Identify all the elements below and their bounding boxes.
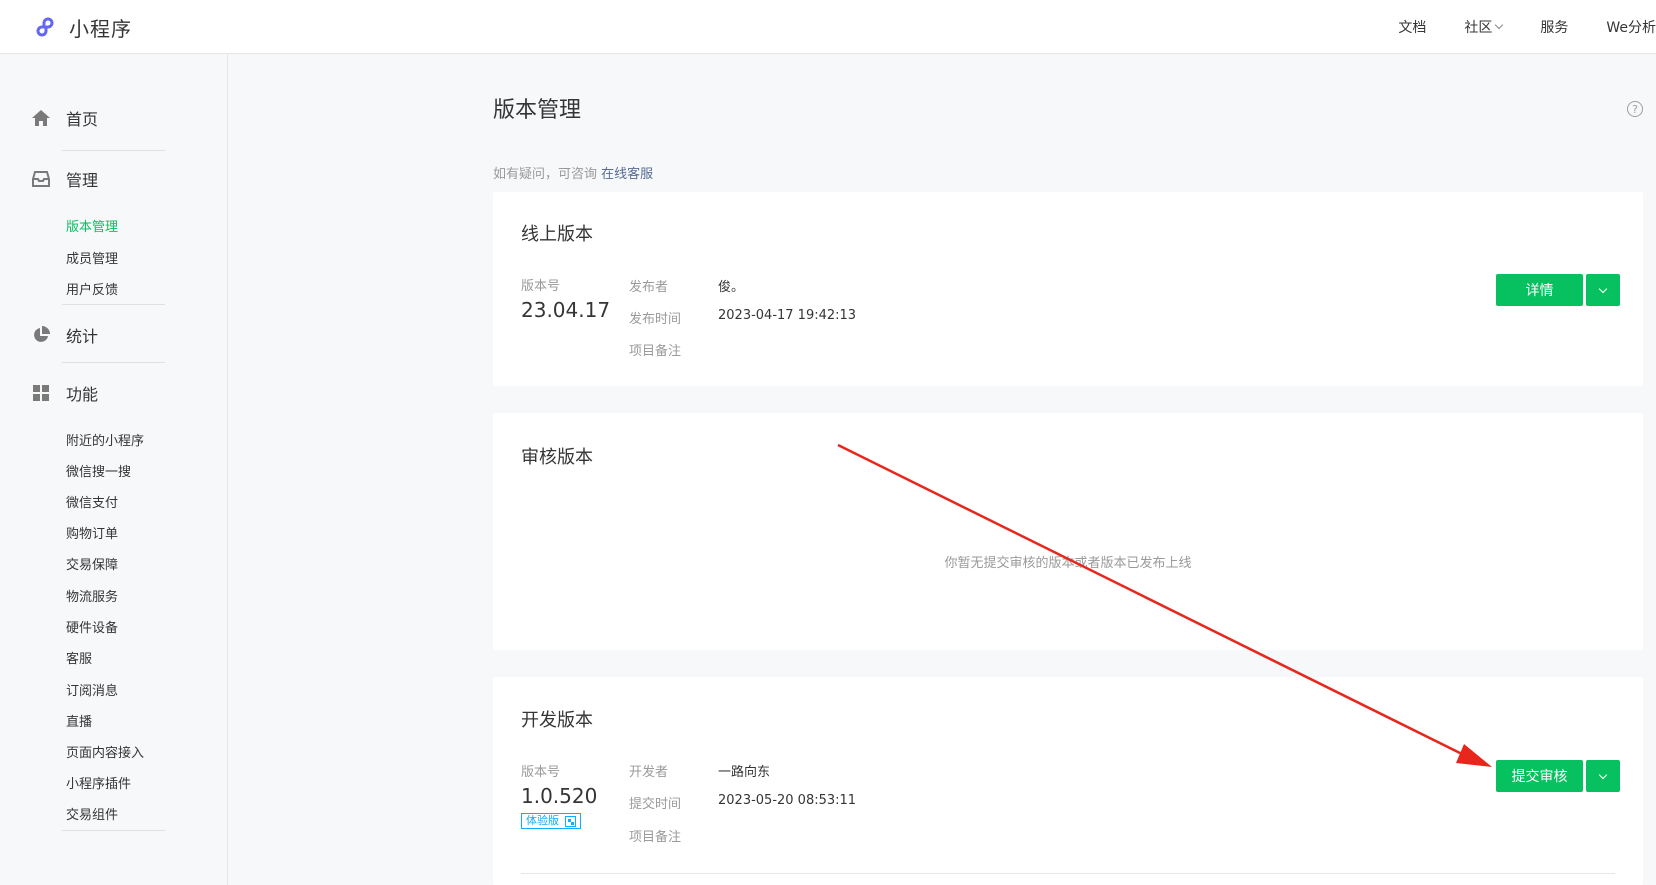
- miniprogram-logo-icon: [36, 17, 54, 36]
- chevron-down-icon: [1598, 284, 1608, 293]
- sidebar: 首页 管理 版本管理 成员管理 用户反馈 统计 功能 附近的小程序 微信搜一搜 …: [0, 54, 228, 885]
- sidebar-group-manage[interactable]: 管理: [30, 167, 98, 191]
- sidebar-divider: [62, 304, 165, 305]
- chevron-down-icon: [1495, 20, 1504, 30]
- sidebar-item-customer-service[interactable]: 客服: [66, 648, 92, 667]
- sidebar-group-features-label: 功能: [66, 385, 99, 404]
- submit-review-button[interactable]: 提交审核: [1496, 760, 1583, 792]
- online-version-title: 线上版本: [521, 224, 593, 245]
- qr-code-icon: [565, 815, 576, 827]
- home-icon: [30, 107, 52, 129]
- sidebar-divider: [62, 830, 165, 831]
- version-number-label: 版本号: [521, 765, 561, 780]
- consult-line: 如有疑问，可咨询 在线客服: [493, 163, 653, 182]
- sidebar-group-stats[interactable]: 统计: [30, 323, 98, 347]
- inbox-icon: [30, 168, 52, 190]
- help-icon[interactable]: ?: [1627, 101, 1643, 117]
- sidebar-item-member-management[interactable]: 成员管理: [66, 248, 118, 267]
- sidebar-item-user-feedback[interactable]: 用户反馈: [66, 279, 118, 298]
- developer-label: 开发者: [629, 765, 669, 780]
- sidebar-item-hardware[interactable]: 硬件设备: [66, 617, 118, 636]
- online-version-number: 23.04.17: [521, 298, 611, 322]
- sidebar-divider: [62, 362, 165, 363]
- sidebar-item-wechat-search[interactable]: 微信搜一搜: [66, 461, 131, 480]
- logo-text: 小程序: [69, 17, 132, 41]
- top-nav: 文档 社区 服务 We分析: [1360, 0, 1656, 54]
- nav-we-analytics[interactable]: We分析: [1606, 17, 1656, 37]
- developer-value: 一路向东: [718, 765, 771, 780]
- nav-services[interactable]: 服务: [1540, 17, 1568, 37]
- review-empty-message: 你暂无提交审核的版本或者版本已发布上线: [944, 556, 1192, 571]
- sidebar-group-home-label: 首页: [66, 110, 99, 129]
- publisher-value: 俊。: [718, 280, 745, 295]
- trial-version-label: 体验版: [526, 814, 559, 827]
- submit-time-label: 提交时间: [629, 797, 682, 812]
- sidebar-item-transaction-components[interactable]: 交易组件: [66, 804, 118, 823]
- details-dropdown-button[interactable]: [1586, 274, 1620, 306]
- sidebar-item-plugins[interactable]: 小程序插件: [66, 773, 131, 792]
- sidebar-group-home[interactable]: 首页: [30, 106, 98, 130]
- project-note-label: 项目备注: [629, 830, 682, 845]
- details-button-group: 详情: [1496, 274, 1620, 306]
- submit-review-dropdown-button[interactable]: [1586, 760, 1620, 792]
- page-title: 版本管理: [493, 98, 582, 123]
- publisher-label: 发布者: [629, 280, 669, 295]
- nav-we-analytics-label: We分析: [1606, 20, 1656, 36]
- sidebar-item-subscription-messages[interactable]: 订阅消息: [66, 680, 118, 699]
- sidebar-divider: [62, 150, 165, 151]
- nav-docs[interactable]: 文档: [1398, 17, 1426, 37]
- sidebar-item-shopping-orders[interactable]: 购物订单: [66, 523, 118, 542]
- logo[interactable]: 小程序: [33, 13, 132, 42]
- trial-version-badge[interactable]: 体验版: [521, 813, 581, 829]
- details-button[interactable]: 详情: [1496, 274, 1583, 306]
- sidebar-group-manage-label: 管理: [66, 171, 99, 190]
- consult-text: 如有疑问，可咨询: [493, 167, 598, 182]
- review-version-title: 审核版本: [521, 447, 593, 468]
- sidebar-item-page-content[interactable]: 页面内容接入: [66, 742, 144, 761]
- review-version-card: 审核版本 你暂无提交审核的版本或者版本已发布上线: [493, 413, 1643, 650]
- publish-time-value: 2023-04-17 19:42:13: [718, 308, 857, 323]
- dev-version-number: 1.0.520: [521, 784, 598, 808]
- dev-version-title: 开发版本: [521, 710, 593, 731]
- pie-chart-icon: [30, 324, 52, 346]
- submit-review-button-group: 提交审核: [1496, 760, 1620, 792]
- grid-icon: [30, 382, 52, 404]
- sidebar-group-stats-label: 统计: [66, 327, 99, 346]
- sidebar-group-features[interactable]: 功能: [30, 381, 98, 405]
- publish-time-label: 发布时间: [629, 312, 682, 327]
- project-note-label: 项目备注: [629, 344, 682, 359]
- sidebar-item-transaction-guarantee[interactable]: 交易保障: [66, 554, 118, 573]
- nav-docs-label: 文档: [1398, 20, 1427, 36]
- nav-community-label: 社区: [1464, 20, 1493, 36]
- top-bar: 小程序 文档 社区 服务 We分析: [0, 0, 1656, 54]
- sidebar-item-version-management[interactable]: 版本管理: [66, 216, 118, 235]
- online-version-card: 线上版本 版本号 23.04.17 发布者 俊。 发布时间 2023-04-17…: [493, 192, 1643, 386]
- nav-services-label: 服务: [1540, 20, 1569, 36]
- version-number-label: 版本号: [521, 279, 561, 294]
- sidebar-item-logistics[interactable]: 物流服务: [66, 586, 118, 605]
- chevron-down-icon: [1598, 770, 1608, 779]
- sidebar-item-wechat-pay[interactable]: 微信支付: [66, 492, 118, 511]
- online-support-link[interactable]: 在线客服: [601, 167, 653, 182]
- card-divider: [521, 873, 1615, 874]
- nav-community[interactable]: 社区: [1464, 17, 1504, 37]
- submit-time-value: 2023-05-20 08:53:11: [718, 793, 857, 808]
- sidebar-item-live-streaming[interactable]: 直播: [66, 711, 92, 730]
- dev-version-card: 开发版本 版本号 1.0.520 体验版 开发者 一路向东 提交时间 2023-…: [493, 677, 1643, 885]
- sidebar-item-nearby-miniprogram[interactable]: 附近的小程序: [66, 430, 144, 449]
